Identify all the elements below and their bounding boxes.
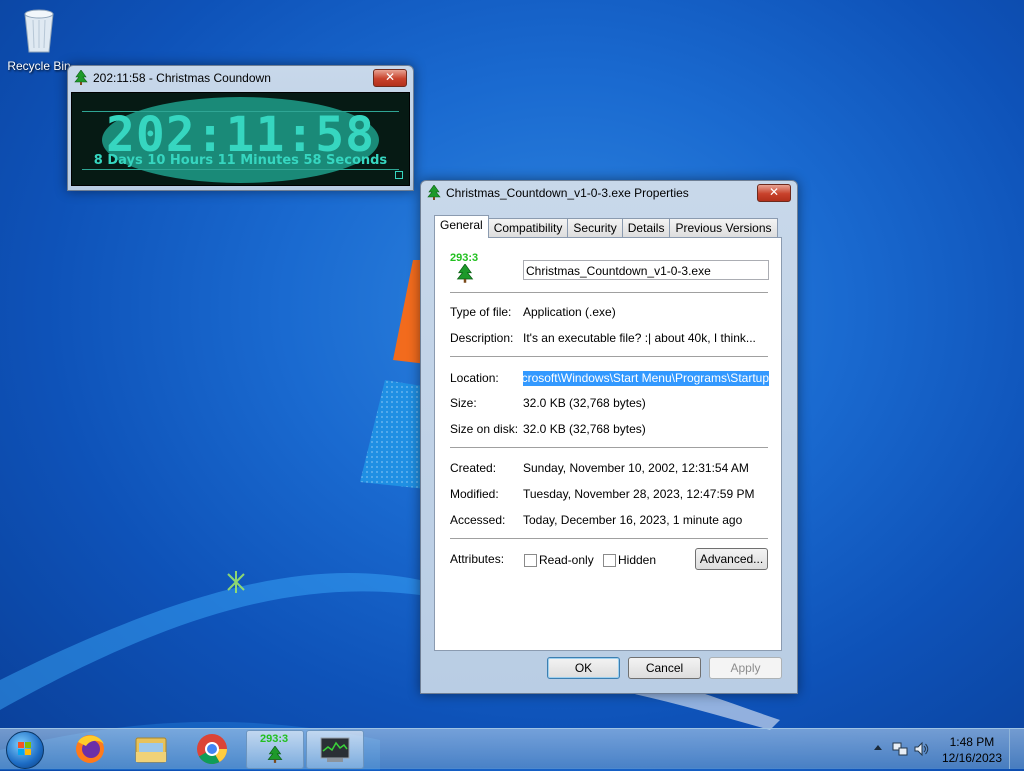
countdown-close-button[interactable]: ✕ [373, 69, 407, 87]
taskbar-clock[interactable]: 1:48 PM 12/16/2023 [942, 734, 1002, 766]
type-label: Type of file: [450, 305, 512, 319]
accessed-value: Today, December 16, 2023, 1 minute ago [523, 513, 743, 527]
countdown-divider-bottom [82, 169, 399, 170]
chrome-icon [197, 734, 227, 765]
taskbar-firefox[interactable] [62, 730, 118, 767]
hidden-label[interactable]: Hidden [618, 553, 656, 567]
tab-compatibility[interactable]: Compatibility [487, 218, 569, 238]
countdown-display: 202:11:58 8 Days 10 Hours 11 Minutes 58 … [71, 92, 410, 186]
separator [450, 292, 768, 293]
properties-titlebar[interactable]: Christmas_Countdown_v1-0-3.exe Propertie… [421, 181, 797, 205]
size-value: 32.0 KB (32,768 bytes) [523, 396, 646, 410]
properties-close-button[interactable]: ✕ [757, 184, 791, 202]
taskbar-chrome[interactable] [184, 730, 240, 767]
taskbar-christmas-countdown[interactable]: 293:3 [246, 730, 304, 769]
accessed-label: Accessed: [450, 513, 506, 527]
taskbar-explorer[interactable] [122, 730, 178, 767]
modified-value: Tuesday, November 28, 2023, 12:47:59 PM [523, 487, 755, 501]
attributes-label: Attributes: [450, 552, 505, 566]
separator [450, 356, 768, 357]
speaker-icon[interactable] [914, 741, 930, 757]
readonly-label[interactable]: Read-only [539, 553, 594, 567]
location-value[interactable]: g\Microsoft\Windows\Start Menu\Programs\… [523, 371, 769, 386]
firefox-icon [76, 735, 104, 763]
created-value: Sunday, November 10, 2002, 12:31:54 AM [523, 461, 749, 475]
clock-time: 1:48 PM [949, 735, 995, 749]
show-hidden-icons-icon[interactable] [874, 744, 882, 752]
general-panel: 293:3 Christmas_Countdown_v1-0-3.exe Typ… [434, 237, 782, 651]
size-label: Size: [450, 396, 477, 410]
properties-dialog[interactable]: Christmas_Countdown_v1-0-3.exe Propertie… [420, 180, 798, 694]
file-icon-text: 293:3 [450, 252, 479, 264]
file-icon: 293:3 [450, 252, 486, 286]
folder-icon [135, 737, 167, 763]
show-desktop-button[interactable] [1009, 729, 1024, 769]
countdown-window-title: 202:11:58 - Christmas Coundown [93, 71, 271, 85]
taskbar: 293:3 1:48 PM 12/16/2023 [0, 728, 1024, 769]
windows-logo-icon [18, 742, 31, 755]
hidden-checkbox[interactable] [603, 554, 616, 567]
christmas-tree-icon [427, 185, 441, 200]
size-on-disk-label: Size on disk: [450, 422, 519, 436]
type-value: Application (.exe) [523, 305, 616, 319]
tab-general[interactable]: General [434, 215, 489, 238]
christmas-tree-icon [267, 746, 283, 763]
clock-date: 12/16/2023 [941, 751, 1002, 765]
description-value: It's an executable file? :| about 40k, I… [523, 331, 756, 345]
tab-security[interactable]: Security [567, 218, 623, 238]
countdown-window[interactable]: 202:11:58 - Christmas Coundown ✕ 202:11:… [67, 65, 414, 191]
cancel-button[interactable]: Cancel [628, 657, 701, 679]
created-label: Created: [450, 461, 497, 475]
recycle-bin-label: Recycle Bin [7, 59, 71, 73]
resize-grip-icon[interactable] [395, 171, 403, 179]
location-label: Location: [450, 371, 499, 385]
recycle-bin[interactable]: Recycle Bin [6, 6, 72, 73]
separator [450, 447, 768, 448]
apply-button[interactable]: Apply [709, 657, 782, 679]
christmas-tree-icon [74, 70, 88, 85]
taskbar-countdown-text: 293:3 [260, 733, 289, 745]
task-manager-icon [320, 737, 350, 762]
network-icon[interactable] [892, 741, 908, 757]
size-on-disk-value: 32.0 KB (32,768 bytes) [523, 422, 646, 436]
separator [450, 538, 768, 539]
ok-button[interactable]: OK [547, 657, 620, 679]
taskbar-task-manager[interactable] [306, 730, 364, 769]
start-button[interactable] [6, 731, 44, 769]
modified-label: Modified: [450, 487, 499, 501]
advanced-button[interactable]: Advanced... [695, 548, 768, 570]
countdown-subtitle: 8 Days 10 Hours 11 Minutes 58 Seconds [93, 153, 388, 168]
properties-tabs: General Compatibility Security Details P… [434, 215, 778, 238]
description-label: Description: [450, 331, 514, 345]
tab-previous-versions[interactable]: Previous Versions [669, 218, 778, 238]
tab-details[interactable]: Details [621, 218, 671, 238]
christmas-tree-icon [456, 263, 474, 283]
properties-title: Christmas_Countdown_v1-0-3.exe Propertie… [446, 186, 689, 200]
file-name-input[interactable]: Christmas_Countdown_v1-0-3.exe [523, 260, 769, 280]
countdown-titlebar[interactable]: 202:11:58 - Christmas Coundown ✕ [68, 66, 413, 90]
recycle-bin-icon [24, 9, 54, 53]
readonly-checkbox[interactable] [524, 554, 537, 567]
